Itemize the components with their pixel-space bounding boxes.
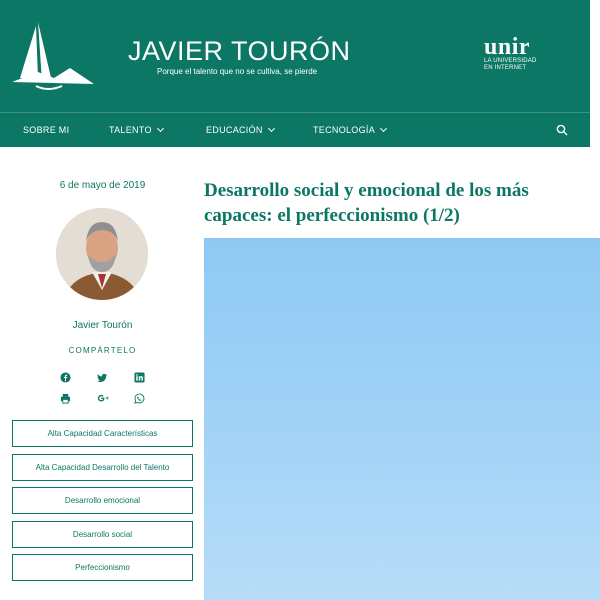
main-navigation: SOBRE MI TALENTO EDUCACIÓN TECNOLOGÍA (0, 112, 590, 147)
tag-label: Desarrollo social (72, 530, 133, 539)
site-tagline: Porque el talento que no se cultiva, se … (157, 67, 318, 76)
author-name[interactable]: Javier Tourón (0, 320, 205, 331)
twitter-icon[interactable] (95, 370, 109, 384)
nav-item-tecnologia[interactable]: TECNOLOGÍA (313, 124, 388, 135)
site-header: JAVIER TOURÓN Porque el talento que no s… (0, 0, 590, 112)
site-title[interactable]: JAVIER TOURÓN (128, 36, 351, 67)
unir-logo-name: unir (484, 34, 531, 60)
tag-button[interactable]: Perfeccionismo (12, 554, 193, 581)
chevron-down-icon (156, 124, 164, 133)
nav-item-talento[interactable]: TALENTO (109, 124, 164, 135)
tag-button[interactable]: Desarrollo social (12, 521, 193, 548)
whatsapp-icon[interactable] (132, 391, 146, 405)
post-date: 6 de mayo de 2019 (59, 180, 146, 191)
google-plus-icon[interactable] (95, 391, 111, 405)
tag-button[interactable]: Alta Capacidad Características (12, 420, 193, 447)
post-title: Desarrollo social y emocional de los más… (204, 180, 529, 226)
share-label: COMPÁRTELO (68, 346, 137, 355)
nav-item-label: TALENTO (109, 125, 152, 135)
tag-label: Alta Capacidad Desarrollo del Talento (35, 463, 170, 472)
print-icon[interactable] (58, 391, 72, 405)
facebook-icon[interactable] (58, 370, 72, 384)
nav-item-label: TECNOLOGÍA (313, 125, 376, 135)
unir-logo[interactable]: unir LA UNIVERSIDAD EN INTERNET (484, 34, 537, 72)
nav-item-sobre-mi[interactable]: SOBRE MI (23, 125, 69, 135)
author-avatar (56, 208, 148, 300)
chevron-down-icon (379, 124, 388, 133)
unir-logo-subline-2: EN INTERNET (484, 65, 527, 71)
author-photo-icon (56, 208, 148, 300)
unir-logo-subline-1: LA UNIVERSIDAD (484, 58, 537, 64)
tag-button[interactable]: Alta Capacidad Desarrollo del Talento (12, 454, 193, 481)
tag-label: Alta Capacidad Características (47, 429, 158, 438)
search-icon[interactable] (556, 124, 568, 136)
nav-item-label: EDUCACIÓN (206, 125, 263, 135)
nav-item-label: SOBRE MI (23, 125, 70, 135)
chevron-down-icon (267, 124, 275, 133)
tag-button[interactable]: Desarrollo emocional (12, 487, 193, 514)
tag-label: Desarrollo emocional (64, 496, 141, 505)
tag-label: Perfeccionismo (75, 563, 130, 572)
linkedin-icon[interactable] (132, 370, 146, 384)
post-hero-image (204, 238, 600, 600)
nav-item-educacion[interactable]: EDUCACIÓN (206, 124, 275, 135)
sailboat-logo-icon[interactable] (8, 16, 98, 96)
